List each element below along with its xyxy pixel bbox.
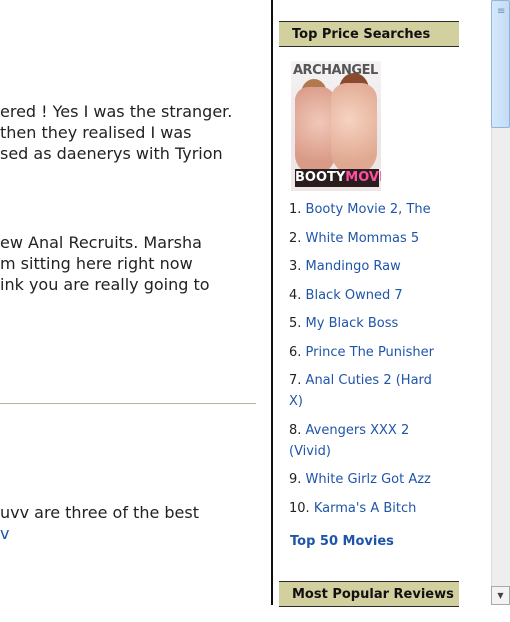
- list-item: 1. Booty Movie 2, The: [289, 199, 449, 220]
- most-popular-reviews-header: Most Popular Reviews: [279, 581, 459, 607]
- movie-link[interactable]: Booty Movie 2, The: [306, 202, 431, 217]
- top-price-searches-header: Top Price Searches: [279, 21, 459, 47]
- featured-movie-cover[interactable]: ARCHANGEL BOOTYMOVIE!: [291, 61, 381, 191]
- review-line: sed as daenerys with Tyrion: [0, 144, 223, 163]
- cover-art: [331, 83, 377, 175]
- review-line: ink you are really going to: [0, 275, 210, 294]
- movie-link[interactable]: My Black Boss: [306, 316, 399, 331]
- cover-title-tag: MOVIE!: [345, 170, 381, 185]
- review-line: ered ! Yes I was the stranger.: [0, 102, 233, 121]
- movie-link[interactable]: White Mommas 5: [306, 231, 420, 246]
- item-number: 10.: [289, 500, 310, 516]
- movie-link[interactable]: Prince The Punisher: [306, 345, 434, 360]
- movie-link[interactable]: Anal Cuties 2 (Hard X): [289, 373, 432, 409]
- item-number: 2.: [289, 230, 302, 246]
- review-line: then they realised I was: [0, 123, 192, 142]
- movie-link[interactable]: White Girlz Got Azz: [306, 472, 431, 487]
- cover-title: BOOTYMOVIE!: [295, 169, 381, 187]
- item-number: 9.: [289, 472, 302, 487]
- top-price-searches-list: 1. Booty Movie 2, The 2. White Mommas 5 …: [289, 199, 449, 526]
- list-item: 2. White Mommas 5: [289, 228, 449, 249]
- list-item: 5. My Black Boss: [289, 313, 449, 334]
- item-number: 3.: [289, 259, 302, 274]
- list-item: 9. White Girlz Got Azz: [289, 469, 449, 490]
- movie-link[interactable]: Mandingo Raw: [306, 259, 401, 274]
- movie-link[interactable]: Avengers XXX 2 (Vivid): [289, 423, 409, 459]
- list-item: 7. Anal Cuties 2 (Hard X): [289, 370, 449, 412]
- item-number: 6.: [289, 344, 302, 360]
- column-separator: [271, 0, 273, 605]
- movie-link[interactable]: Karma's A Bitch: [314, 501, 417, 516]
- item-number: 7.: [289, 373, 302, 388]
- review-line: ew Anal Recruits. Marsha: [0, 233, 202, 252]
- item-number: 8.: [289, 422, 302, 438]
- grip-icon: ≡: [497, 6, 506, 17]
- item-number: 5.: [289, 316, 302, 331]
- review-line: uvv are three of the best: [0, 503, 199, 522]
- review-line: m sitting here right now: [0, 254, 193, 273]
- list-item: 10. Karma's A Bitch: [289, 498, 449, 519]
- scrollbar-thumb[interactable]: ≡: [491, 0, 510, 128]
- movie-link[interactable]: Black Owned 7: [306, 288, 403, 303]
- item-number: 1.: [289, 202, 302, 217]
- list-item: 3. Mandingo Raw: [289, 256, 449, 277]
- list-item: 6. Prince The Punisher: [289, 342, 449, 363]
- arrow-down-icon[interactable]: ▼: [491, 586, 510, 605]
- top-50-movies-link[interactable]: Top 50 Movies: [290, 534, 394, 549]
- cover-title-main: BOOTY: [295, 170, 346, 185]
- cover-brand-logo: ARCHANGEL: [293, 63, 378, 78]
- cover-art: [295, 87, 335, 175]
- list-item: 4. Black Owned 7: [289, 285, 449, 306]
- section-divider: [0, 403, 256, 404]
- item-number: 4.: [289, 287, 302, 303]
- review-link[interactable]: v: [0, 523, 9, 544]
- list-item: 8. Avengers XXX 2 (Vivid): [289, 420, 449, 462]
